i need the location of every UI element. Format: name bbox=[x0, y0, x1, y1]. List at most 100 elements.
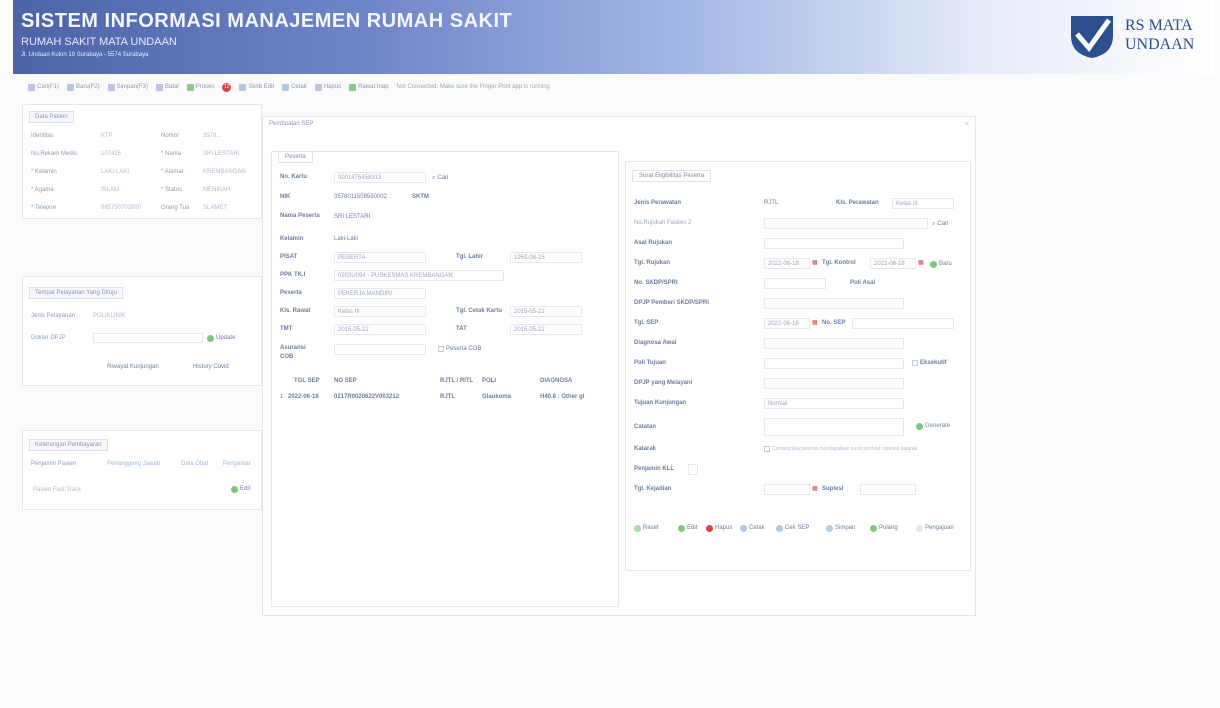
edit-button[interactable]: Edit bbox=[678, 522, 697, 534]
subtab-penjamin[interactable]: Penjamin Pasien bbox=[31, 461, 76, 467]
subtab-penanggung-jawab[interactable]: Penanggung Jawab bbox=[107, 461, 160, 467]
suplesi-select[interactable] bbox=[860, 484, 916, 495]
skdp-input[interactable] bbox=[764, 278, 826, 289]
jenis-pelayanan-value[interactable]: POLIKLINIK bbox=[93, 313, 126, 319]
no-rujukan-label[interactable]: No.Rujukan Faskes 2 bbox=[634, 220, 691, 226]
dpjp-melayani-select[interactable] bbox=[764, 378, 904, 389]
tujuan-kunjungan-label: Tujuan Kunjungan bbox=[634, 400, 687, 406]
rm-value[interactable]: 107425 bbox=[101, 151, 121, 157]
subtab-data-obat[interactable]: Data Obat bbox=[181, 461, 208, 467]
toolbar-batal-label: Batal bbox=[165, 84, 179, 90]
katarak-checkbox[interactable]: Centang jika peserta mendapatkan surat p… bbox=[764, 443, 917, 455]
toolbar-rawat-inap[interactable]: Rawat Inap bbox=[349, 83, 388, 91]
cari-kartu-button[interactable]: ⌕ Cari bbox=[432, 172, 448, 184]
kelamin-value[interactable]: LAKI-LAKI bbox=[101, 169, 129, 175]
baru-button[interactable]: Baru bbox=[930, 258, 952, 270]
toolbar-proses[interactable]: Proses bbox=[186, 83, 215, 91]
toolbar-simpan[interactable]: Simpan(F3) bbox=[107, 83, 148, 91]
toolbar-baru[interactable]: Baru(F2) bbox=[67, 83, 100, 91]
poli-tujuan-select[interactable] bbox=[764, 358, 904, 369]
tgl-lahir-input[interactable]: 1959-08-15 bbox=[510, 252, 582, 263]
cari-rujukan-button[interactable]: ⌕ Cari bbox=[932, 218, 948, 230]
asal-rujukan-select[interactable] bbox=[764, 238, 904, 249]
pisat-select[interactable]: PESERTA bbox=[334, 252, 426, 263]
edit-payment-button[interactable]: Edit bbox=[231, 483, 250, 495]
calendar-icon[interactable]: ▦ bbox=[918, 259, 924, 266]
eksekutif-checkbox[interactable]: Eksekutif bbox=[912, 357, 947, 369]
toolbar-cetak[interactable]: Cetak bbox=[282, 83, 307, 91]
alamat-value[interactable]: KREMBANGAN bbox=[203, 169, 246, 175]
nomor-value[interactable]: 3578... bbox=[203, 133, 221, 139]
update-button[interactable]: Update bbox=[207, 332, 235, 344]
toolbar-proses-label: Proses bbox=[195, 84, 215, 90]
edit-label: Edit bbox=[687, 525, 698, 531]
no-sep-input[interactable] bbox=[852, 318, 954, 329]
toolbar-hapus[interactable]: Hapus bbox=[314, 83, 341, 91]
calendar-icon[interactable]: ▦ bbox=[812, 485, 818, 492]
tgl-kejadian-input[interactable] bbox=[764, 484, 810, 495]
close-icon[interactable]: × bbox=[965, 121, 969, 128]
no-kartu-input[interactable]: 0001476458313 bbox=[334, 172, 426, 183]
simpan-button[interactable]: Simpan bbox=[826, 522, 855, 534]
subtab-pengantar[interactable]: Pengantar bbox=[223, 461, 251, 467]
nomor-label: Nomor bbox=[161, 133, 180, 139]
calendar-icon[interactable]: ▦ bbox=[812, 319, 818, 326]
identitas-label: Identitas bbox=[31, 133, 54, 139]
tat-input[interactable]: 2015-05-22 bbox=[510, 324, 582, 335]
history-covid-button[interactable]: History Covid bbox=[193, 361, 229, 373]
toolbar-skrib-edit[interactable]: Skrib Edit bbox=[239, 83, 275, 91]
catatan-input[interactable] bbox=[764, 418, 904, 436]
agama-value[interactable]: ISLAM bbox=[101, 187, 119, 193]
reset-button[interactable]: Reset bbox=[634, 522, 659, 534]
diagnosa-awal-select[interactable] bbox=[764, 338, 904, 349]
identitas-value[interactable]: KTP bbox=[101, 133, 113, 139]
tgl-sep-input[interactable]: 2022-06-18 bbox=[764, 318, 810, 329]
kls-rawat-value[interactable]: Kelas III bbox=[334, 306, 426, 317]
cancel-icon bbox=[156, 83, 164, 91]
kls-perawatan-select[interactable]: Kelas III bbox=[892, 198, 954, 209]
pengajuan-button[interactable]: Pengajuan bbox=[916, 522, 954, 534]
penjamin-kll-checkbox[interactable] bbox=[688, 464, 698, 475]
toolbar-skrib-label: Skrib Edit bbox=[248, 84, 275, 90]
tgl-rujukan-input[interactable]: 2022-06-18 bbox=[764, 258, 810, 269]
asal-rujukan-label: Asal Rujukan bbox=[634, 240, 673, 246]
save-icon bbox=[826, 524, 833, 532]
orangtua-value[interactable]: SLAMET bbox=[203, 205, 227, 211]
cetak-label: Cetak bbox=[749, 525, 765, 531]
sktm-label: SKTM bbox=[412, 194, 429, 200]
cek-sep-button[interactable]: Cek SEP bbox=[776, 520, 809, 536]
tgl-cetak-input[interactable]: 2015-05-22 bbox=[510, 306, 582, 317]
riwayat-kunjungan-button[interactable]: Riwayat Kunjungan bbox=[107, 361, 159, 373]
dpjp-pemberi-select[interactable] bbox=[764, 298, 904, 309]
ppk-value[interactable]: 0203U094 - PUSKESMAS KREMBANGAN bbox=[334, 270, 504, 281]
cetak-button[interactable]: Cetak bbox=[740, 522, 765, 534]
toolbar-batal[interactable]: Batal bbox=[156, 83, 179, 91]
tab-data-pasien[interactable]: Data Pasien bbox=[29, 111, 74, 123]
tmt-input[interactable]: 2015-05-22 bbox=[334, 324, 426, 335]
calendar-icon[interactable]: ▦ bbox=[812, 259, 818, 266]
status-value[interactable]: MENIKAH bbox=[203, 187, 230, 193]
telepon-value[interactable]: 085750702000 bbox=[101, 205, 141, 211]
tab-tempat-pelayanan[interactable]: Tempat Pelayanan Yang Dituju bbox=[29, 287, 123, 299]
pasien-fast-track[interactable]: Pasien Fast Track bbox=[33, 487, 81, 493]
tab-keterangan-pembayaran[interactable]: Keterangan Pembayaran bbox=[29, 439, 108, 451]
jenis-perawatan-value[interactable]: RJTL bbox=[764, 200, 778, 206]
notification-badge[interactable]: 12 bbox=[222, 82, 232, 92]
hapus-button[interactable]: Hapus bbox=[706, 522, 732, 534]
peserta-jenis-value[interactable]: PEKERJA MANDIRI bbox=[334, 288, 426, 299]
nama-value[interactable]: SRI LESTARI bbox=[203, 151, 239, 157]
tujuan-kunjungan-select[interactable]: Normal bbox=[764, 398, 904, 409]
pulang-button[interactable]: Pulang bbox=[870, 522, 898, 534]
no-rujukan-input[interactable] bbox=[764, 218, 928, 229]
asuransi-cob-select[interactable] bbox=[334, 344, 426, 355]
katarak-desc: Centang jika peserta mendapatkan surat p… bbox=[772, 446, 918, 452]
nama-label: * Nama bbox=[161, 151, 182, 157]
generate-button[interactable]: Generate bbox=[916, 420, 950, 432]
dokter-dpjp-select[interactable] bbox=[93, 333, 203, 343]
toolbar-cari[interactable]: Cari(F1) bbox=[28, 83, 59, 91]
tgl-sep-label: Tgl. SEP bbox=[634, 320, 659, 326]
orangtua-label: Orang Tua bbox=[161, 205, 190, 211]
document-icon bbox=[916, 524, 923, 532]
tgl-kontrol-input[interactable]: 2022-06-18 bbox=[870, 258, 916, 269]
peserta-cob-checkbox[interactable]: Peserta COB bbox=[438, 343, 481, 355]
